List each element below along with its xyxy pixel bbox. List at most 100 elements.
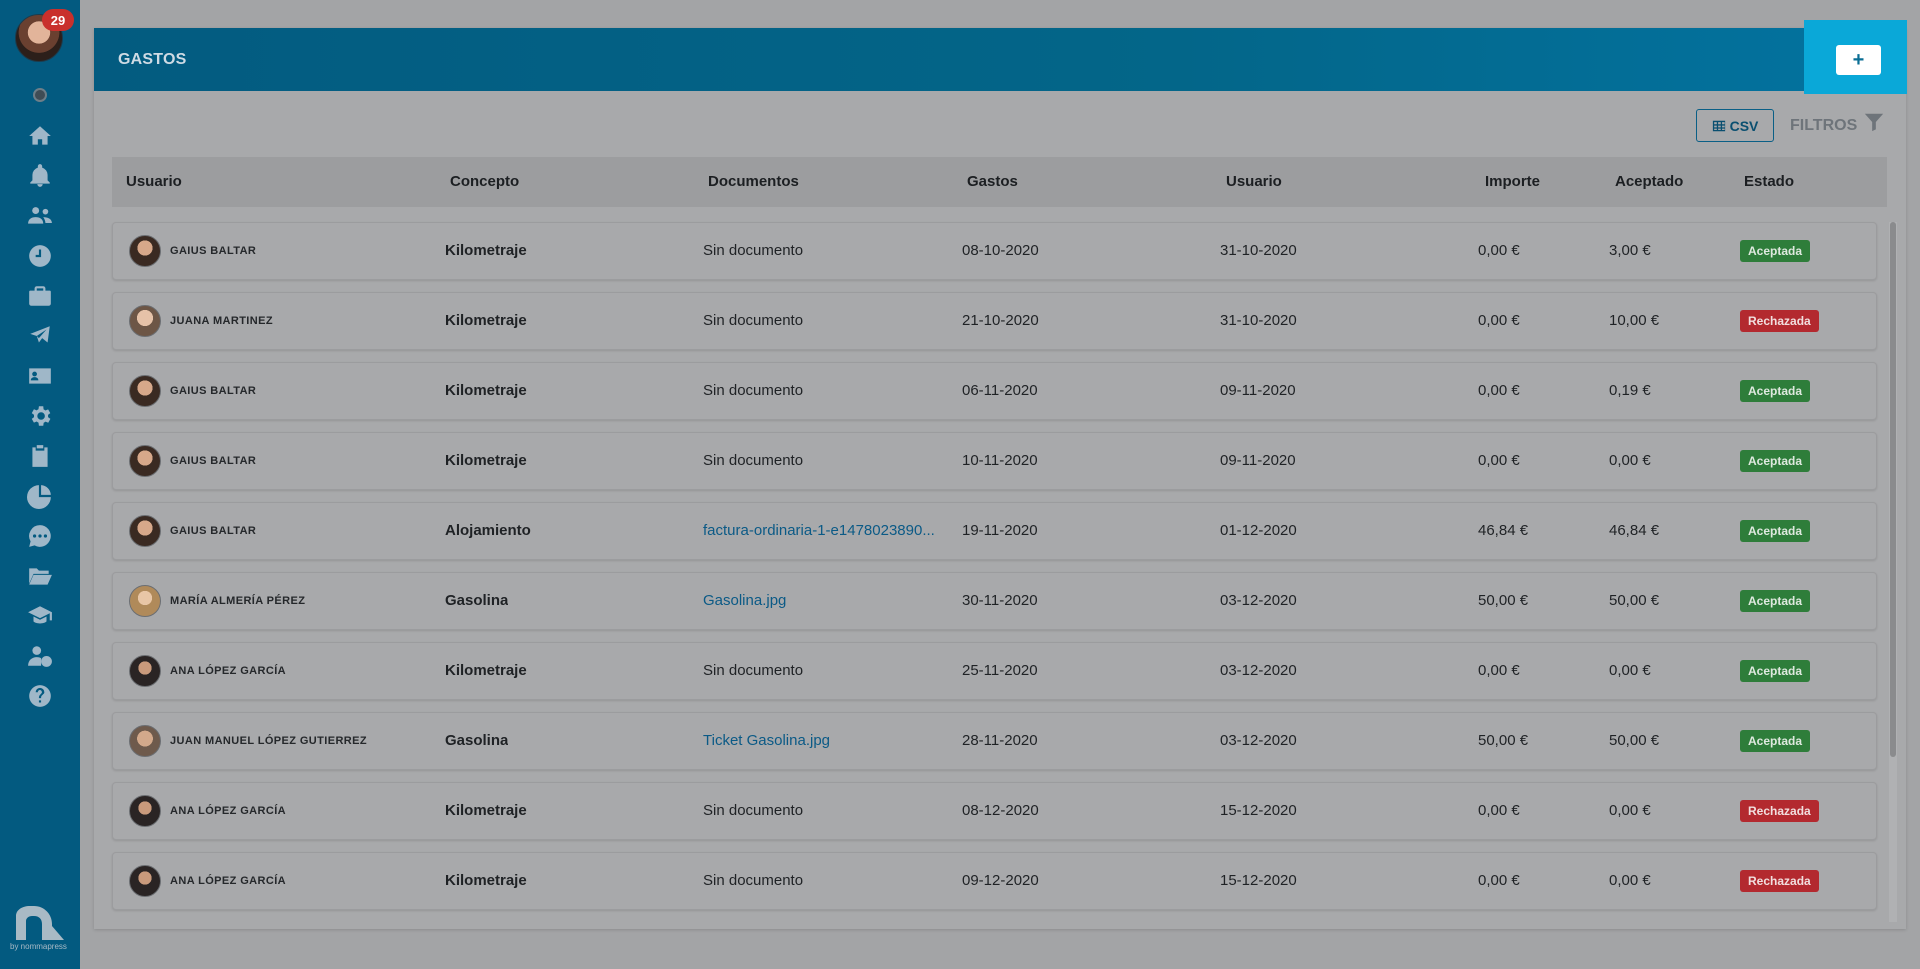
concept-cell: Kilometraje [445, 242, 527, 259]
table-row[interactable]: GAIUS BALTAR Kilometraje Sin documento 0… [112, 362, 1877, 420]
expense-date-cell: 30-11-2020 [962, 592, 1038, 609]
clock-icon[interactable] [24, 240, 56, 272]
avatar [129, 445, 161, 477]
expense-date-cell: 10-11-2020 [962, 452, 1038, 469]
concept-cell: Kilometraje [445, 452, 527, 469]
accepted-cell: 0,00 € [1609, 452, 1651, 469]
bell-icon[interactable] [24, 160, 56, 192]
csv-label: CSV [1729, 117, 1759, 134]
users-icon[interactable] [24, 200, 56, 232]
table-row[interactable]: GAIUS BALTAR Kilometraje Sin documento 1… [112, 432, 1877, 490]
concept-cell: Alojamiento [445, 522, 531, 539]
gear-icon[interactable] [24, 400, 56, 432]
user-name: GAIUS BALTAR [170, 245, 257, 257]
column-header-documentos[interactable]: Documentos [708, 157, 799, 207]
status-badge: Aceptada [1740, 520, 1811, 542]
column-header-estado[interactable]: Estado [1744, 157, 1794, 207]
table-row[interactable]: JUANA MARTINEZ Kilometraje Sin documento… [112, 292, 1877, 350]
clipboard-icon[interactable] [24, 440, 56, 472]
user-date-cell: 09-11-2020 [1220, 452, 1296, 469]
user-name: JUANA MARTINEZ [170, 315, 273, 327]
expense-date-cell: 09-12-2020 [962, 872, 1039, 889]
table-row[interactable]: ANA LÓPEZ GARCÍA Kilometraje Sin documen… [112, 642, 1877, 700]
notifications-badge[interactable]: 29 [42, 9, 74, 31]
accepted-cell: 50,00 € [1609, 732, 1660, 749]
status-badge: Aceptada [1740, 240, 1811, 262]
scrollbar-thumb[interactable] [1890, 222, 1896, 757]
document-link[interactable]: Ticket Gasolina.jpg [703, 713, 935, 769]
user-date-cell: 15-12-2020 [1220, 802, 1297, 819]
column-header-aceptado[interactable]: Aceptado [1615, 157, 1683, 207]
user-date-cell: 31-10-2020 [1220, 312, 1297, 329]
user-cell: GAIUS BALTAR [129, 503, 256, 559]
home-icon[interactable] [24, 120, 56, 152]
concept-cell: Kilometraje [445, 312, 527, 329]
brand-text: by nommapress [10, 942, 67, 951]
user-name: ANA LÓPEZ GARCÍA [170, 805, 286, 817]
folder-icon[interactable] [24, 560, 56, 592]
concept-cell: Kilometraje [445, 872, 527, 889]
table-row[interactable]: ANA LÓPEZ GARCÍA Kilometraje Sin documen… [112, 852, 1877, 910]
accepted-cell: 0,00 € [1609, 802, 1651, 819]
status-badge: Aceptada [1740, 660, 1811, 682]
avatar [129, 795, 161, 827]
user-date-cell: 01-12-2020 [1220, 522, 1297, 539]
filters-label: FILTROS [1790, 116, 1858, 134]
document-cell: Sin documento [703, 802, 804, 819]
amount-cell: 0,00 € [1478, 662, 1520, 679]
plane-icon[interactable] [24, 320, 56, 352]
document-link[interactable]: factura-ordinaria-1-e1478023890... [703, 503, 935, 559]
user-cell: GAIUS BALTAR [129, 223, 256, 279]
avatar [129, 515, 161, 547]
graduation-icon[interactable] [24, 600, 56, 632]
user-cell: GAIUS BALTAR [129, 363, 256, 419]
status-badge: Rechazada [1740, 310, 1819, 332]
filters-toggle[interactable]: FILTROS [1790, 109, 1885, 142]
user-date-cell: 09-11-2020 [1220, 382, 1296, 399]
accepted-cell: 0,19 € [1609, 382, 1651, 399]
user-cell: MARÍA ALMERÍA PÉREZ [129, 573, 305, 629]
status-badge: Aceptada [1740, 590, 1811, 612]
status-indicator[interactable] [33, 88, 47, 102]
pie-chart-icon[interactable] [24, 480, 56, 512]
user-money-icon[interactable] [24, 640, 56, 672]
column-header-concepto[interactable]: Concepto [450, 157, 519, 207]
table-header: Usuario Concepto Documentos Gastos Usuar… [112, 157, 1887, 207]
column-header-usuario[interactable]: Usuario [126, 157, 182, 207]
table-row[interactable]: GAIUS BALTAR Kilometraje Sin documento 0… [112, 222, 1877, 280]
avatar [129, 235, 161, 267]
user-cell: ANA LÓPEZ GARCÍA [129, 853, 286, 909]
concept-cell: Gasolina [445, 592, 509, 609]
amount-cell: 46,84 € [1478, 522, 1529, 539]
document-link[interactable]: Gasolina.jpg [703, 573, 935, 629]
sidebar: 29 by nommapress [0, 0, 80, 969]
brand-mark-icon [14, 906, 66, 940]
id-card-icon[interactable] [24, 360, 56, 392]
table-row[interactable]: MARÍA ALMERÍA PÉREZ Gasolina Gasolina.jp… [112, 572, 1877, 630]
csv-export-button[interactable]: CSV [1696, 109, 1774, 142]
help-icon[interactable] [24, 680, 56, 712]
amount-cell: 0,00 € [1478, 452, 1520, 469]
table-row[interactable]: ANA LÓPEZ GARCÍA Kilometraje Sin documen… [112, 782, 1877, 840]
column-header-usuario-date[interactable]: Usuario [1226, 157, 1282, 207]
column-header-importe[interactable]: Importe [1485, 157, 1540, 207]
document-cell: Sin documento [703, 662, 804, 679]
expense-date-cell: 19-11-2020 [962, 522, 1038, 539]
expense-date-cell: 08-10-2020 [962, 242, 1039, 259]
document-cell: Sin documento [703, 382, 804, 399]
document-cell: Sin documento [703, 452, 804, 469]
accepted-cell: 3,00 € [1609, 242, 1651, 259]
chat-icon[interactable] [24, 520, 56, 552]
document-cell: Sin documento [703, 312, 804, 329]
accepted-cell: 46,84 € [1609, 522, 1660, 539]
user-cell: GAIUS BALTAR [129, 433, 256, 489]
accepted-cell: 0,00 € [1609, 872, 1651, 889]
table-row[interactable]: JUAN MANUEL LÓPEZ GUTIERREZ Gasolina Tic… [112, 712, 1877, 770]
concept-cell: Kilometraje [445, 802, 527, 819]
document-cell: Sin documento [703, 242, 804, 259]
user-avatar[interactable]: 29 [15, 9, 74, 62]
add-expense-button[interactable]: + [1836, 45, 1881, 75]
table-row[interactable]: GAIUS BALTAR Alojamiento factura-ordinar… [112, 502, 1877, 560]
briefcase-icon[interactable] [24, 280, 56, 312]
column-header-gastos[interactable]: Gastos [967, 157, 1018, 207]
